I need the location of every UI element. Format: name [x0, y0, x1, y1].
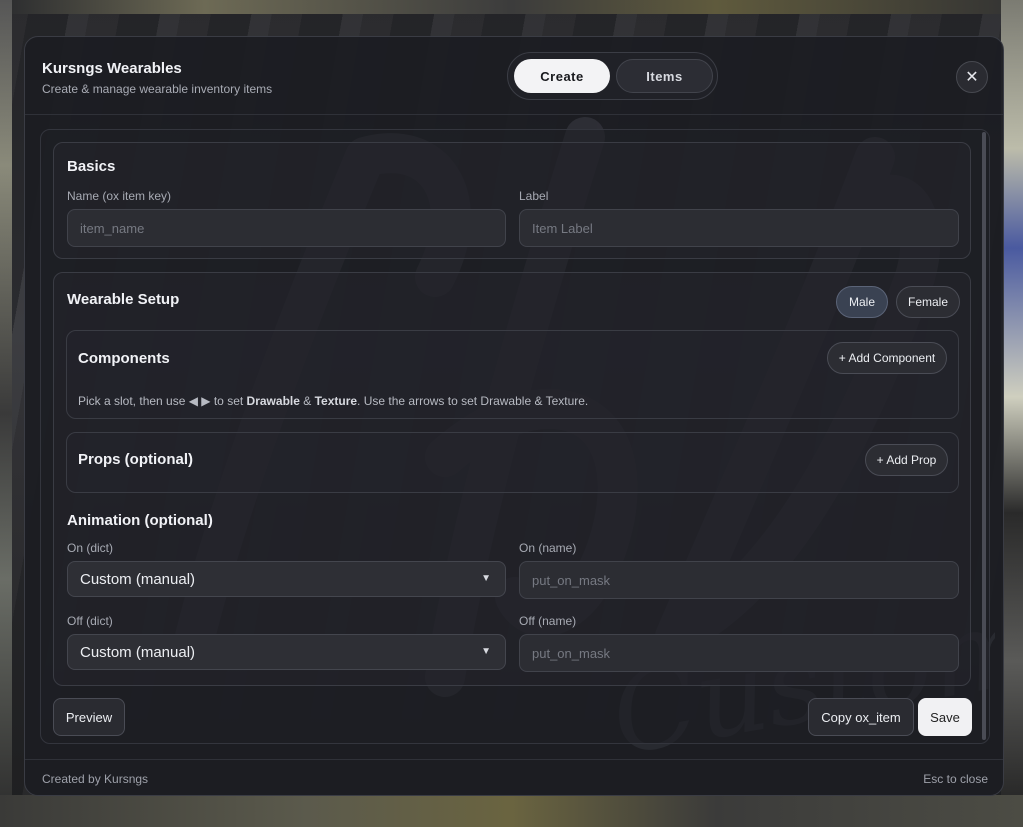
background-bottom-strip — [0, 795, 1023, 827]
components-hint: Pick a slot, then use ◀ ▶ to set Drawabl… — [78, 394, 588, 408]
hint-texture: Texture — [314, 394, 358, 408]
preview-button[interactable]: Preview — [53, 698, 125, 736]
app-subtitle: Create & manage wearable inventory items — [42, 82, 273, 96]
close-icon: ✕ — [965, 69, 979, 86]
components-card: Components + Add Component Pick a slot, … — [66, 330, 959, 419]
item-name-input[interactable] — [67, 209, 506, 247]
hint-text-post: . Use the arrows to set Drawable & Textu… — [357, 394, 589, 408]
off-dict-select[interactable]: Custom (manual) ▼ — [67, 634, 506, 670]
copy-ox-item-button[interactable]: Copy ox_item — [808, 698, 914, 736]
wearables-modal: Customs Kursngs Wearables Create & manag… — [24, 36, 1004, 796]
hint-drawable: Drawable — [246, 394, 300, 408]
background-right-strip — [1001, 0, 1023, 827]
off-name-input[interactable] — [519, 634, 959, 672]
on-dict-label: On (dict) — [67, 541, 114, 555]
background-left-strip — [0, 0, 12, 827]
wearable-setup-title: Wearable Setup — [67, 291, 180, 308]
label-label: Label — [519, 189, 549, 203]
create-form: Basics Name (ox item key) Label Wearable… — [40, 129, 990, 744]
app-title: Kursngs Wearables — [42, 60, 182, 77]
components-title: Components — [78, 350, 170, 367]
close-button[interactable]: ✕ — [956, 61, 988, 93]
tab-create[interactable]: Create — [514, 59, 610, 93]
basics-title: Basics — [67, 158, 116, 175]
tab-items[interactable]: Items — [616, 59, 713, 93]
modal-header: Kursngs Wearables Create & manage wearab… — [25, 37, 1003, 115]
gender-male-button[interactable]: Male — [836, 286, 888, 318]
props-title: Props (optional) — [78, 451, 193, 468]
on-dict-select[interactable]: Custom (manual) ▼ — [67, 561, 506, 597]
gender-female-button[interactable]: Female — [896, 286, 960, 318]
animation-title: Animation (optional) — [67, 512, 213, 529]
off-dict-label: Off (dict) — [67, 614, 113, 628]
props-card: Props (optional) + Add Prop — [66, 432, 959, 493]
name-label: Name (ox item key) — [67, 189, 172, 203]
footer-credit: Created by Kursngs — [42, 772, 149, 786]
hint-text-pre: Pick a slot, then use ◀ ▶ to set — [78, 394, 247, 408]
background-top-strip — [0, 0, 1023, 14]
on-dict-value: Custom (manual) — [80, 570, 196, 588]
modal-footer: Created by Kursngs Esc to close — [25, 759, 1003, 795]
off-name-label: Off (name) — [519, 614, 577, 628]
footer-esc-hint: Esc to close — [923, 772, 988, 786]
basics-card: Basics Name (ox item key) Label — [53, 142, 971, 259]
dropdown-arrow-icon: ▼ — [481, 646, 491, 657]
save-button[interactable]: Save — [918, 698, 972, 736]
add-prop-button[interactable]: + Add Prop — [865, 444, 948, 476]
wearable-setup-card: Wearable Setup Male Female Components + … — [53, 272, 971, 686]
scrollbar[interactable] — [982, 132, 986, 740]
hint-text-mid: & — [299, 394, 315, 408]
tab-switcher: Create Items — [507, 52, 718, 100]
add-component-button[interactable]: + Add Component — [827, 342, 947, 374]
on-name-label: On (name) — [519, 541, 577, 555]
off-dict-value: Custom (manual) — [80, 643, 196, 661]
on-name-input[interactable] — [519, 561, 959, 599]
item-label-input[interactable] — [519, 209, 959, 247]
dropdown-arrow-icon: ▼ — [481, 573, 491, 584]
